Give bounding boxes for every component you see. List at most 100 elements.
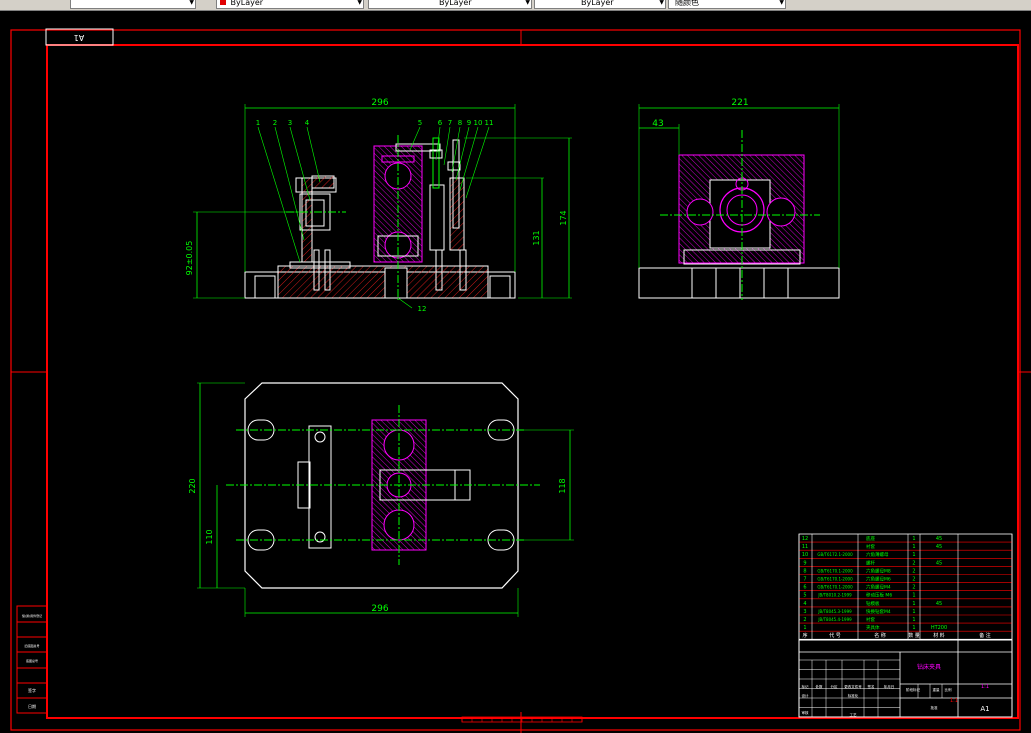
bom-cell: 衬套 [866, 616, 875, 623]
bom-header-cell: 名 称 [874, 632, 886, 639]
bom-cell: GB/T6172.1-2000 [817, 552, 853, 557]
plotstyle-combo[interactable]: 随颜色 ▼ [668, 0, 786, 9]
title-block-label: 审核 [802, 710, 810, 715]
bom-cell: 1 [912, 536, 915, 542]
bom-cell: 1 [912, 593, 915, 599]
title-block-label: 重量 [933, 687, 941, 692]
bill-of-materials-table: 12 底座 1 4511 衬套 1 4510 GB/T6172.1-2000 六角薄螺母 19 螺杆… [798, 533, 1013, 640]
top-view[interactable]: 296 220 110 118 [188, 382, 574, 617]
front-height-dim-131: 131 [532, 230, 541, 245]
sheet-label: A1 [74, 33, 85, 42]
bom-cell: 六角螺母M8 [866, 567, 891, 574]
drawing-canvas[interactable]: A1 借(通)用件登记 旧底图总号 底图总号 签字 日期 296 131 174… [0, 11, 1031, 733]
bom-cell: 1 [912, 601, 915, 607]
bom-cell: 六角螺母M6 [866, 576, 891, 583]
color-combo[interactable]: ByLayer ▼ [216, 0, 364, 9]
bom-cell: 1 [912, 617, 915, 623]
bom-cell: 45 [936, 544, 942, 550]
bom-cell: 1 [912, 552, 915, 558]
bom-cell: 衬套 [866, 543, 875, 550]
plotstyle-combo-value: 随颜色 [675, 0, 699, 7]
front-height-dim-92: 92±0.05 [185, 241, 194, 276]
scale-tag: 1:1 [950, 698, 958, 704]
side-strip-label: 日期 [28, 703, 36, 709]
bom-cell: JB/T8045.3-1999 [817, 609, 852, 614]
part-number-label: 8 [458, 119, 462, 127]
bom-cell: GB/T6170.1-2000 [817, 585, 853, 590]
bom-cell: 12 [802, 536, 808, 542]
title-block-label: 比例 [945, 687, 953, 692]
title-block-label: 批准 [931, 705, 939, 710]
bom-cell: 45 [936, 601, 942, 607]
chevron-down-icon[interactable]: ▼ [357, 0, 362, 6]
drawing-scale: 1:1 [981, 684, 989, 690]
lineweight-combo[interactable]: ByLayer ▼ [534, 0, 666, 9]
bom-cell: 快换钻套M4 [866, 608, 891, 615]
cad-application-window: ▼ ByLayer ▼ ByLayer ▼ ByLayer ▼ 随颜色 ▼ A1… [0, 0, 1031, 733]
chevron-down-icon[interactable]: ▼ [779, 0, 784, 6]
bom-cell: 2 [912, 560, 915, 566]
bom-cell: 螺杆 [866, 559, 875, 566]
bom-cell: 7 [803, 577, 806, 583]
side-signature-strip: 借(通)用件登记 旧底图总号 底图总号 签字 日期 [16, 605, 48, 714]
bom-cell: 10 [802, 552, 808, 558]
bom-cell: 1 [912, 609, 915, 615]
bom-cell: JB/T8045.4-1999 [817, 617, 852, 622]
top-width-dim: 296 [371, 604, 388, 614]
bom-cell: 1 [803, 625, 806, 631]
drawing-title: 钻床夹具 [917, 663, 941, 671]
bom-cell: 2 [912, 585, 915, 591]
bom-header-cell: 数 量 [908, 632, 920, 639]
chevron-down-icon[interactable]: ▼ [189, 0, 194, 6]
properties-toolbar: ▼ ByLayer ▼ ByLayer ▼ ByLayer ▼ 随颜色 ▼ [0, 0, 1031, 11]
side-strip-label: 旧底图总号 [24, 643, 39, 648]
bom-cell: HT200 [931, 625, 947, 631]
top-height-dim-220: 220 [188, 478, 197, 493]
title-block-label: 签名 [868, 684, 875, 689]
bom-cell: 2 [803, 617, 806, 623]
side-strip-label: 签字 [28, 687, 36, 693]
front-height-dim-174: 174 [559, 210, 568, 225]
part-number-label: 2 [273, 119, 277, 127]
title-block-label: 分区 [831, 684, 839, 689]
outer-sheet-border [10, 29, 1021, 731]
part-number-label: 9 [467, 119, 471, 127]
bom-cell: 3 [803, 609, 806, 615]
front-view[interactable]: 296 131 174 92±0.05 1 2 3 4 5 6 7 8 9 10 1112 [185, 98, 572, 313]
bom-cell: 4 [803, 601, 806, 607]
part-number-label: 11 [485, 119, 494, 127]
title-block: 标记 处数 分区 更改文件号 签名 年月日设计 标准化 阶段标记 重量 比例审核 工艺 批准 钻床夹具 1… [798, 639, 1013, 718]
part-number-label: 10 [474, 119, 483, 127]
side-strip-label: 借(通)用件登记 [22, 613, 42, 618]
bom-header-cell: 代 号 [829, 632, 841, 639]
bom-cell: 1 [912, 544, 915, 550]
side-offset-dim: 43 [652, 119, 663, 129]
bom-cell: 六角薄螺母 [866, 551, 889, 558]
bom-cell: 移动压板 M6 [866, 592, 892, 599]
chevron-down-icon[interactable]: ▼ [525, 0, 530, 6]
title-block-label: 工艺 [850, 712, 858, 717]
linetype-combo[interactable]: ByLayer ▼ [368, 0, 532, 9]
bom-header-cell: 备 注 [979, 632, 991, 639]
bom-header-cell: 材 料 [933, 632, 945, 639]
color-swatch-icon [220, 0, 226, 5]
bom-cell: 夹具体 [866, 624, 880, 631]
part-number-label: 1 [256, 119, 260, 127]
part-number-label: 12 [418, 305, 427, 313]
bom-cell: 9 [803, 560, 806, 566]
title-block-label: 更改文件号 [844, 684, 862, 689]
bom-cell: 6 [803, 585, 806, 591]
bom-cell: 底座 [866, 535, 875, 542]
bom-cell: GB/T6170.1-2000 [817, 568, 853, 573]
side-view[interactable]: 221 43 [638, 98, 840, 300]
bom-cell: 钻模板 [866, 600, 880, 607]
bom-cell: 1 [912, 625, 915, 631]
bom-cell: JB/T8010.2-1999 [817, 593, 852, 598]
layer-combo[interactable]: ▼ [70, 0, 196, 9]
color-combo-value: ByLayer [230, 0, 264, 7]
lineweight-combo-value: ByLayer [581, 0, 614, 7]
part-number-label: 3 [288, 119, 292, 127]
chevron-down-icon[interactable]: ▼ [659, 0, 664, 6]
bom-cell: 六角螺母M4 [866, 584, 891, 591]
side-strip-label: 底图总号 [26, 658, 38, 663]
